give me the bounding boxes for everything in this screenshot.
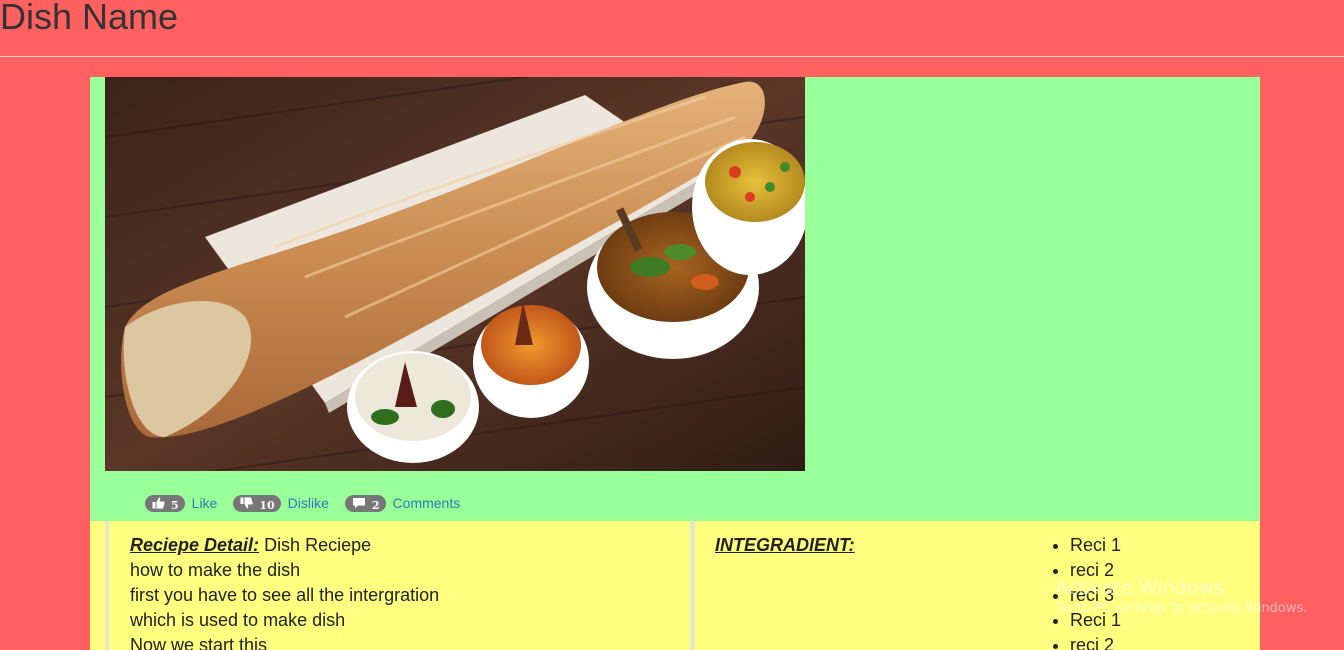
page-title: Dish Name bbox=[0, 0, 179, 37]
like-count: 5 bbox=[171, 498, 179, 512]
ingredient-item: reci 2 bbox=[1070, 633, 1121, 650]
dislike-count: 10 bbox=[259, 498, 275, 512]
recipe-line: which is used to make dish bbox=[130, 610, 346, 630]
dish-photo-illustration bbox=[105, 77, 805, 471]
ingredient-item: reci 2 bbox=[1070, 558, 1121, 583]
like-link[interactable]: Like bbox=[192, 495, 218, 511]
media-panel: 5 Like 10 Dislike 2 Comments bbox=[90, 77, 1260, 521]
like-item: 5 Like bbox=[145, 494, 218, 512]
comments-count: 2 bbox=[371, 498, 380, 512]
ingredient-item: Reci 1 bbox=[1070, 533, 1121, 558]
detail-divider-middle bbox=[690, 521, 695, 650]
recipe-line: Now we start this bbox=[130, 635, 268, 650]
ingredient-item: reci 3 bbox=[1070, 583, 1121, 608]
ingredients-list: Reci 1 reci 2 reci 3 Reci 1 reci 2 bbox=[1030, 533, 1121, 650]
comments-count-badge[interactable]: 2 bbox=[344, 494, 386, 512]
page-header: Dish Name bbox=[0, 0, 1344, 57]
social-bar: 5 Like 10 Dislike 2 Comments bbox=[145, 492, 476, 514]
detail-divider-left bbox=[105, 521, 109, 650]
comments-link[interactable]: Comments bbox=[393, 495, 461, 511]
recipe-detail: Reciepe Detail: Dish Reciepe how to make… bbox=[130, 533, 670, 650]
thumbs-up-icon bbox=[152, 497, 165, 509]
recipe-line: first you have to see all the intergrati… bbox=[130, 585, 440, 605]
comments-item: 2 Comments bbox=[344, 494, 461, 512]
recipe-line: how to make the dish bbox=[130, 560, 301, 580]
detail-area: Reciepe Detail: Dish Reciepe how to make… bbox=[90, 521, 1260, 650]
dislike-count-badge[interactable]: 10 bbox=[233, 494, 281, 512]
recipe-heading: Reciepe Detail: bbox=[130, 535, 260, 555]
ingredients-heading: INTEGRADIENT: bbox=[715, 535, 855, 555]
ingredient-item: Reci 1 bbox=[1070, 608, 1121, 633]
like-count-badge[interactable]: 5 bbox=[145, 494, 185, 512]
thumbs-down-icon bbox=[240, 497, 253, 509]
dislike-link[interactable]: Dislike bbox=[288, 495, 329, 511]
recipe-intro: Dish Reciepe bbox=[259, 535, 372, 555]
dish-photo bbox=[105, 77, 805, 471]
comment-icon bbox=[352, 498, 365, 509]
dislike-item: 10 Dislike bbox=[233, 494, 329, 512]
recipe-heading-line: Reciepe Detail: Dish Reciepe bbox=[130, 533, 670, 558]
